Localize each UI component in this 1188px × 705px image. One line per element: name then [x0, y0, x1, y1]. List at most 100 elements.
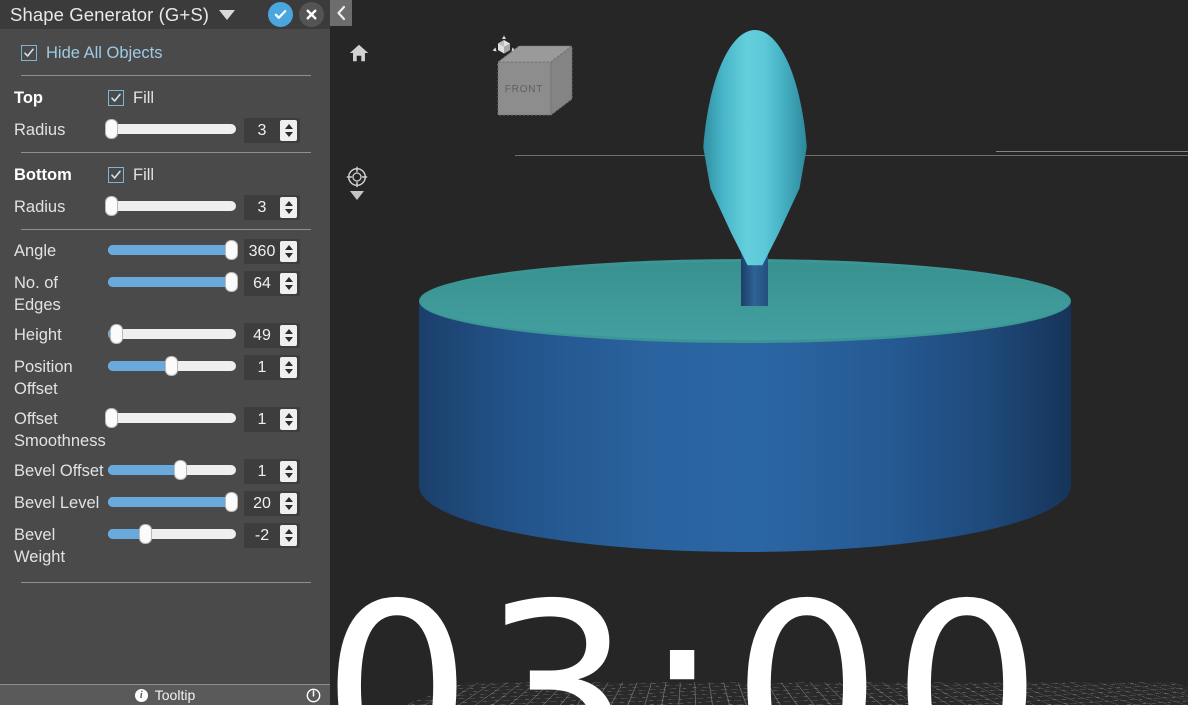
spinner-down-icon[interactable]: [284, 337, 293, 342]
spinner-down-icon[interactable]: [284, 505, 293, 510]
slider-knob[interactable]: [164, 356, 178, 376]
value-slider[interactable]: [108, 323, 236, 345]
slider-label: No. of Edges: [14, 274, 61, 314]
spinner-up-icon[interactable]: [284, 201, 293, 206]
spinner-up-icon[interactable]: [284, 465, 293, 470]
value-numberbox[interactable]: 20: [244, 491, 300, 516]
spinner-buttons[interactable]: [280, 461, 297, 482]
value-numberbox[interactable]: 49: [244, 323, 300, 348]
top-fill-label: Fill: [133, 88, 155, 107]
bulb-shape-container: [702, 30, 808, 270]
power-icon[interactable]: [306, 688, 321, 705]
bulb-shape: [702, 30, 808, 266]
value-numberbox[interactable]: 1: [244, 407, 300, 432]
top-fill-checkbox[interactable]: [108, 90, 124, 106]
section-top-heading: Top: [14, 88, 44, 107]
slider-label: Radius: [14, 198, 66, 216]
hide-all-objects-checkbox[interactable]: [21, 45, 37, 61]
spinner-up-icon[interactable]: [284, 497, 293, 502]
spinner-down-icon[interactable]: [284, 537, 293, 542]
value-slider[interactable]: [104, 407, 236, 429]
spinner-up-icon[interactable]: [284, 361, 293, 366]
slider-fill: [108, 465, 180, 475]
section-bottom-header: Bottom Fill: [14, 162, 316, 188]
spinner-up-icon[interactable]: [284, 124, 293, 129]
3d-viewport[interactable]: 03:00 FRONT: [330, 0, 1188, 705]
main-slider-list: Angle 360 No. of Edges 64 Height 49 Position O…: [14, 239, 316, 568]
tooltip-label: Tooltip: [154, 687, 196, 703]
slider-row: Height 49: [14, 323, 316, 348]
spinner-buttons[interactable]: [280, 325, 297, 346]
top-radius-slider[interactable]: [104, 118, 236, 140]
value-slider[interactable]: [108, 271, 238, 293]
overlay-timer-text: 03:00: [330, 553, 1053, 705]
slider-knob[interactable]: [139, 524, 153, 544]
spinner-down-icon[interactable]: [284, 285, 293, 290]
view-cube[interactable]: FRONT: [493, 40, 593, 133]
divider: [21, 582, 311, 583]
horizon-line: [515, 155, 1188, 156]
spinner-down-icon[interactable]: [284, 132, 293, 137]
check-icon: [111, 93, 121, 102]
spinner-up-icon[interactable]: [284, 277, 293, 282]
slider-knob[interactable]: [104, 196, 118, 216]
slider-knob[interactable]: [104, 119, 118, 139]
panel-footer: i Tooltip: [0, 684, 330, 705]
tooltip-group[interactable]: i Tooltip: [134, 687, 196, 703]
slider-knob[interactable]: [224, 272, 238, 292]
value-slider[interactable]: [108, 355, 236, 377]
spinner-down-icon[interactable]: [284, 209, 293, 214]
slider-knob[interactable]: [109, 324, 123, 344]
slider-value: 20: [253, 494, 271, 512]
slider-row: Bevel Weight -2: [14, 523, 316, 568]
spinner-buttons[interactable]: [280, 197, 297, 218]
value-numberbox[interactable]: 1: [244, 459, 300, 484]
orbit-target-icon[interactable]: [346, 166, 368, 200]
spinner-buttons[interactable]: [280, 409, 297, 430]
spinner-up-icon[interactable]: [284, 329, 293, 334]
slider-value: 1: [257, 462, 267, 480]
bottom-radius-slider[interactable]: [104, 195, 236, 217]
close-button[interactable]: [299, 2, 324, 27]
slider-fill: [108, 497, 231, 507]
chevron-down-icon[interactable]: [219, 9, 236, 20]
spinner-buttons[interactable]: [280, 241, 297, 262]
spinner-up-icon[interactable]: [284, 245, 293, 250]
hide-all-objects-row[interactable]: Hide All Objects: [14, 40, 316, 66]
spinner-down-icon[interactable]: [284, 473, 293, 478]
value-numberbox[interactable]: -2: [244, 523, 300, 548]
home-icon[interactable]: [348, 42, 370, 69]
spinner-buttons[interactable]: [280, 357, 297, 378]
spinner-up-icon[interactable]: [284, 413, 293, 418]
spinner-buttons[interactable]: [280, 273, 297, 294]
slider-label: Radius: [14, 121, 66, 139]
confirm-button[interactable]: [268, 2, 293, 27]
spinner-down-icon[interactable]: [284, 421, 293, 426]
value-slider[interactable]: [108, 523, 236, 545]
value-numberbox[interactable]: 360: [244, 239, 300, 264]
bottom-fill-checkbox[interactable]: [108, 167, 124, 183]
spinner-buttons[interactable]: [280, 493, 297, 514]
slider-knob[interactable]: [224, 492, 238, 512]
bottom-radius-numberbox[interactable]: 3: [244, 195, 300, 220]
value-numberbox[interactable]: 1: [244, 355, 300, 380]
slider-knob[interactable]: [173, 460, 187, 480]
value-numberbox[interactable]: 64: [244, 271, 300, 296]
spinner-down-icon[interactable]: [284, 253, 293, 258]
slider-knob[interactable]: [104, 408, 118, 428]
spinner-buttons[interactable]: [280, 525, 297, 546]
chevron-down-icon[interactable]: [350, 191, 364, 200]
spinner-buttons[interactable]: [280, 120, 297, 141]
value-slider[interactable]: [108, 459, 236, 481]
collapse-panel-button[interactable]: [330, 0, 352, 26]
value-slider[interactable]: [108, 491, 238, 513]
slider-label: Bevel Level: [14, 494, 100, 512]
value-slider[interactable]: [108, 239, 238, 261]
hide-all-objects-label: Hide All Objects: [46, 43, 163, 62]
info-icon: i: [134, 688, 148, 702]
slider-label: Offset Smoothness: [14, 410, 106, 450]
spinner-down-icon[interactable]: [284, 369, 293, 374]
top-radius-numberbox[interactable]: 3: [244, 118, 300, 143]
slider-knob[interactable]: [224, 240, 238, 260]
spinner-up-icon[interactable]: [284, 529, 293, 534]
